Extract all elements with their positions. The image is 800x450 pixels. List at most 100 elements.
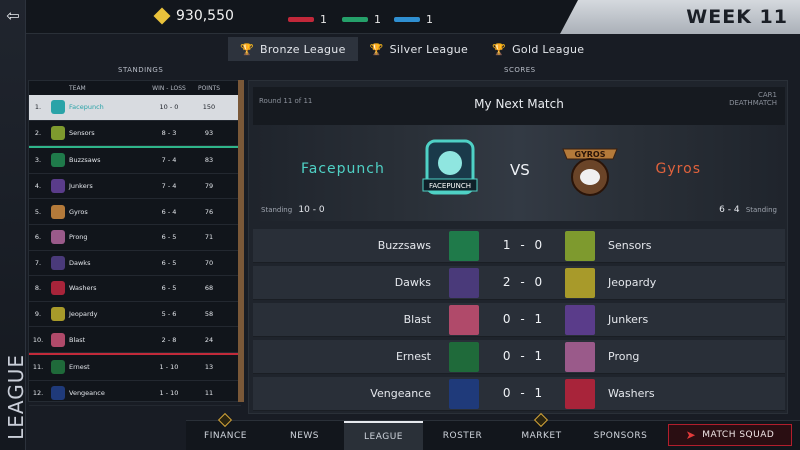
away-standing-value: 6 - 4 — [719, 205, 740, 215]
away-team-logo-icon — [565, 231, 595, 261]
team-logo-icon — [47, 360, 69, 375]
green-token: 1 — [342, 13, 381, 26]
standings-row[interactable]: 5. Gyros 6 - 4 76 — [29, 199, 241, 225]
standings-table: TEAM WIN - LOSS POINTS 1. Facepunch 10 - 0… — [28, 80, 242, 407]
match-score: 1 - 0 — [502, 238, 546, 252]
team-logo-icon — [47, 153, 69, 168]
rank: 10. — [32, 335, 44, 344]
team-name: Prong — [69, 233, 88, 242]
away-team-logo-icon — [565, 342, 595, 372]
rank: 9. — [34, 310, 42, 319]
week-indicator: WEEK 11 — [560, 0, 800, 34]
red-token: 1 — [288, 13, 327, 26]
back-arrow-icon[interactable]: ⇦ — [0, 0, 26, 30]
standings-scrollbar[interactable] — [238, 80, 244, 402]
tab-silver-league[interactable]: 🏆 Silver League — [358, 37, 480, 61]
team-name: Dawks — [69, 258, 91, 267]
league-tabs: 🏆 Bronze League 🏆 Silver League 🏆 Gold L… — [228, 37, 596, 61]
team-logo-icon — [47, 385, 69, 400]
standings-row[interactable]: 1. Facepunch 10 - 0 150 — [29, 95, 241, 121]
match-score: 0 - 1 — [502, 312, 546, 326]
points: 71 — [204, 233, 214, 242]
coin-icon — [153, 7, 171, 25]
tab-bronze-league[interactable]: 🏆 Bronze League — [228, 37, 358, 61]
tab-label: Silver League — [389, 42, 469, 56]
team-name: Buzzsaws — [69, 156, 101, 165]
nav-news[interactable]: NEWS — [265, 421, 344, 450]
match-score: 0 - 1 — [502, 349, 546, 363]
away-team-logo-icon — [565, 379, 595, 409]
points-header: POINTS — [197, 84, 221, 92]
home-team-logo-icon — [449, 231, 479, 261]
match-squad-button[interactable]: ➤ MATCH SQUAD — [668, 424, 792, 446]
nav-league[interactable]: LEAGUE — [344, 421, 423, 450]
rank: 6. — [34, 233, 42, 242]
coin-amount: 930,550 — [176, 8, 234, 24]
home-team-name: Facepunch — [301, 161, 385, 177]
nav-label: SPONSORS — [593, 430, 648, 441]
standings-row[interactable]: 3. Buzzsaws 7 - 4 83 — [29, 148, 241, 174]
rank: 7. — [34, 258, 42, 267]
result-row[interactable]: Blast 0 - 1 Junkers — [253, 303, 785, 337]
win-loss: 1 - 10 — [159, 388, 179, 397]
win-loss: 7 - 4 — [161, 156, 177, 165]
team-logo-icon — [47, 179, 69, 194]
standings-row[interactable]: 2. Sensors 8 - 3 93 — [29, 121, 241, 147]
next-match-card[interactable]: Facepunch FACEPUNCH VS GYROS Gyros Stand… — [253, 125, 785, 221]
red-token-icon — [288, 17, 314, 22]
away-team-logo-icon — [565, 305, 595, 335]
win-loss: 7 - 4 — [161, 182, 177, 191]
team-name: Blast — [69, 335, 86, 344]
nav-sponsors[interactable]: SPONSORS — [581, 421, 660, 450]
nav-market[interactable]: MARKET — [502, 412, 581, 450]
team-name: Vengeance — [69, 388, 105, 397]
away-standing: 6 - 4 Standing — [719, 205, 777, 215]
alert-icon — [217, 412, 233, 428]
standings-row[interactable]: 9. Jeopardy 5 - 6 58 — [29, 302, 241, 328]
nav-label: LEAGUE — [364, 431, 403, 442]
result-row[interactable]: Buzzsaws 1 - 0 Sensors — [253, 229, 785, 263]
standings-row[interactable]: 10. Blast 2 - 8 24 — [29, 327, 241, 353]
bronze-trophy-icon: 🏆 — [240, 42, 254, 56]
result-row[interactable]: Ernest 0 - 1 Prong — [253, 340, 785, 374]
facepunch-logo: FACEPUNCH — [422, 139, 478, 195]
top-bar: 930,550 1 1 1 WEEK 11 — [26, 0, 800, 34]
match-score: 2 - 0 — [502, 275, 546, 289]
standings-header: TEAM WIN - LOSS POINTS — [29, 81, 241, 95]
match-score: 0 - 1 — [502, 386, 546, 400]
team-name: Gyros — [69, 207, 88, 216]
standings-row[interactable]: 8. Washers 6 - 5 68 — [29, 276, 241, 302]
tab-gold-league[interactable]: 🏆 Gold League — [480, 37, 596, 61]
home-team-logo-icon — [449, 379, 479, 409]
home-team-logo-icon — [449, 342, 479, 372]
standing-label: Standing — [745, 206, 777, 214]
rank: 5. — [34, 207, 42, 216]
team-name: Washers — [69, 284, 97, 293]
standings-row[interactable]: 6. Prong 6 - 5 71 — [29, 225, 241, 251]
tab-label: Bronze League — [260, 42, 346, 56]
nav-label: MARKET — [521, 430, 562, 441]
standings-row[interactable]: 11. Ernest 1 - 10 13 — [29, 355, 241, 381]
standings-row[interactable]: 4. Junkers 7 - 4 79 — [29, 174, 241, 200]
standings-row[interactable]: 7. Dawks 6 - 5 70 — [29, 251, 241, 277]
red-token-count: 1 — [320, 13, 327, 26]
away-team: Sensors — [608, 239, 652, 252]
result-row[interactable]: Vengeance 0 - 1 Washers — [253, 377, 785, 411]
blue-token: 1 — [394, 13, 433, 26]
team-logo-icon — [47, 332, 69, 347]
home-team: Dawks — [394, 276, 431, 289]
silver-trophy-icon: 🏆 — [369, 42, 384, 56]
win-loss: 6 - 5 — [161, 233, 177, 242]
home-team: Buzzsaws — [377, 239, 431, 252]
result-row[interactable]: Dawks 2 - 0 Jeopardy — [253, 266, 785, 300]
nav-roster[interactable]: ROSTER — [423, 421, 502, 450]
win-loss: 8 - 3 — [161, 128, 177, 137]
facepunch-badge-text: FACEPUNCH — [429, 182, 471, 190]
home-team-logo-icon — [449, 305, 479, 335]
standings-row[interactable]: 12. Vengeance 1 - 10 11 — [29, 381, 241, 407]
team-name: Jeopardy — [69, 310, 98, 319]
next-match-title: My Next Match — [474, 97, 564, 111]
win-loss: 6 - 4 — [161, 207, 177, 216]
win-loss: 5 - 6 — [161, 310, 177, 319]
nav-finance[interactable]: FINANCE — [186, 412, 265, 450]
